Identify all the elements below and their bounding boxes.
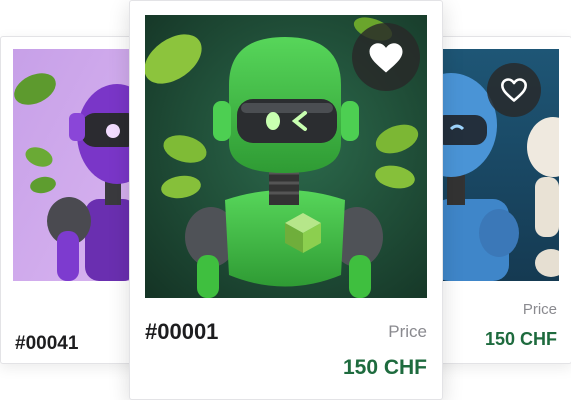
robot-image-purple	[13, 49, 137, 281]
nft-card-left[interactable]: #00041	[0, 36, 150, 364]
nft-id-label: #00041	[15, 333, 79, 354]
nft-id-label: #00001	[145, 319, 219, 344]
price-label: Price	[388, 322, 427, 341]
price-value: 150 CHF	[484, 329, 557, 349]
favorite-button[interactable]	[352, 23, 420, 91]
heart-filled-icon	[369, 42, 403, 72]
price-label: Price	[522, 301, 557, 318]
nft-card-main[interactable]: #00001 Price 150 CHF	[129, 0, 443, 400]
price-value: 150 CHF	[342, 356, 427, 379]
favorite-button[interactable]	[487, 63, 541, 117]
heart-outline-icon	[501, 78, 527, 102]
